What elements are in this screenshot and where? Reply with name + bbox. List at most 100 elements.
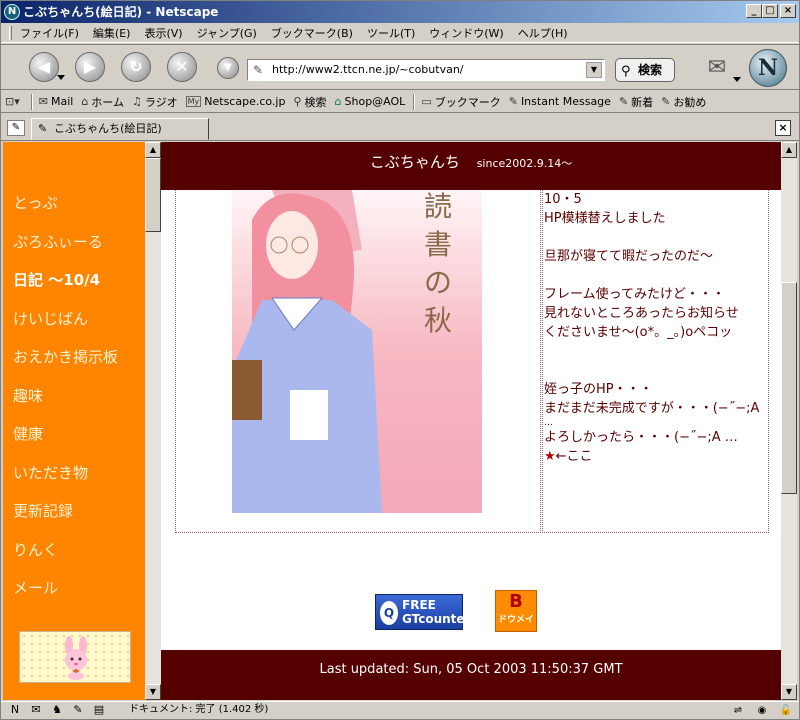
menu-edit[interactable]: 編集(E) — [93, 25, 131, 41]
art-caption-char: 書 — [424, 228, 452, 261]
menu-file[interactable]: ファイル(F) — [20, 25, 79, 41]
nav-link-diary[interactable]: 日記 〜10/4 — [13, 269, 100, 290]
bookmark-item[interactable]: ▭ ブックマーク — [421, 94, 500, 110]
gtcounter-line2: GTcounter — [402, 612, 471, 626]
url-dropdown-button[interactable]: ▼ — [586, 62, 602, 78]
bookmark-item[interactable]: ✎ お勧め — [661, 94, 706, 110]
bookmark-item[interactable]: My Netscape.co.jp — [185, 95, 285, 108]
reload-button[interactable]: ↻ — [121, 52, 151, 82]
bookmark-item[interactable]: ✎ 新着 — [619, 94, 653, 110]
mail-tool-icon[interactable]: ✉ — [701, 53, 733, 83]
maximize-button[interactable]: □ — [762, 4, 778, 18]
bookmark-item[interactable]: ✉ Mail — [39, 95, 74, 108]
nav-link-profile[interactable]: ぷろふぃーる — [13, 231, 103, 252]
bookmark-label: 新着 — [631, 95, 654, 109]
bookmark-item[interactable]: ⌂ ホーム — [81, 94, 124, 110]
status-text: ドキュメント: 完了 (1.402 秒) — [129, 704, 269, 715]
menu-go[interactable]: ジャンプ(G) — [197, 25, 257, 41]
menu-tools[interactable]: ツール(T) — [367, 25, 415, 41]
url-field[interactable]: ✎ http://www2.ttcn.ne.jp/~cobutvan/ ▼ — [247, 59, 605, 81]
last-updated: Last updated: Sun, 05 Oct 2003 11:50:37 … — [319, 662, 623, 677]
close-tab-button[interactable]: × — [775, 120, 791, 136]
badge-row: Q FREE GTcounter B ドウメイ — [161, 588, 781, 632]
nav-link-top[interactable]: とっぷ — [13, 192, 58, 213]
back-button[interactable]: ◀ — [29, 52, 59, 82]
nav-link-updates[interactable]: 更新記録 — [13, 500, 73, 521]
bookmark-label: Mail — [50, 95, 74, 108]
scroll-down-arrow[interactable]: ▼ — [145, 684, 161, 700]
mail-icon[interactable]: ✉ — [28, 703, 44, 717]
b-badge-text: ドウメイ — [497, 615, 534, 625]
scroll-down-arrow[interactable]: ▼ — [781, 684, 797, 700]
nav-link-health[interactable]: 健康 — [13, 423, 43, 444]
page-icon: ✎ — [253, 63, 264, 77]
search-button[interactable]: ⚲ 検索 — [615, 58, 675, 82]
scroll-up-arrow[interactable]: ▲ — [781, 142, 797, 158]
bookmark-label: ラジオ — [144, 95, 178, 109]
gtcounter-line1: FREE — [402, 598, 436, 612]
close-window-button[interactable]: × — [780, 4, 796, 18]
nav-link-oekaki[interactable]: おえかき掲示板 — [13, 346, 118, 367]
tab-current[interactable]: ✎ こぶちゃんち(絵日記) — [31, 118, 209, 140]
new-tab-button[interactable]: ✎ — [7, 120, 25, 136]
bookmark-item[interactable]: ⚲ 検索 — [293, 94, 326, 110]
nav-link-bbs[interactable]: けいじばん — [13, 308, 88, 329]
search-icon: ⚲ — [621, 64, 631, 79]
bunny-icon — [65, 636, 87, 680]
status-bar: N ✉ ♞ ✎ ▤ ドキュメント: 完了 (1.402 秒) ⇌ ◉ 🔓 — [1, 701, 799, 719]
menu-window[interactable]: ウィンドウ(W) — [429, 25, 503, 41]
my-netscape-icon: My — [185, 96, 202, 107]
online-status-icon[interactable]: ⇌ — [729, 703, 747, 717]
scroll-thumb[interactable] — [145, 158, 161, 232]
site-name: こぶちゃんち — [369, 153, 460, 171]
diary-line: 姪っ子のHP・・・ — [544, 382, 653, 397]
nav-link-links[interactable]: りんく — [13, 539, 58, 560]
scroll-thumb[interactable] — [781, 282, 797, 494]
radio-icon: ♫ — [131, 95, 142, 108]
art-caption-char: 秋 — [424, 304, 452, 337]
minimize-button[interactable]: _ — [746, 4, 762, 18]
lock-icon[interactable]: 🔓 — [777, 703, 795, 717]
menu-view[interactable]: 表示(V) — [144, 25, 182, 41]
left-frame: とっぷ ぷろふぃーる 日記 〜10/4 けいじばん おえかき掲示板 趣味 健康 … — [3, 142, 161, 700]
site-header: こぶちゃんち since2002.9.14〜 — [161, 142, 781, 190]
back-dropdown-arrow[interactable] — [57, 75, 65, 80]
address-book-icon[interactable]: ▤ — [91, 703, 107, 717]
left-frame-scrollbar[interactable]: ▲ ▼ — [145, 142, 161, 700]
history-dropdown-button[interactable]: ▼ — [217, 57, 239, 79]
bookmark-item[interactable]: ⌂ Shop@AOL — [335, 95, 406, 108]
tab-bar: ✎ ✎ こぶちゃんち(絵日記) × — [1, 115, 799, 141]
gtcounter-badge[interactable]: Q FREE GTcounter — [375, 594, 471, 630]
bookmarks-menu-button[interactable]: ⊡▾ — [5, 95, 23, 108]
menu-bookmarks[interactable]: ブックマーク(B) — [271, 25, 353, 41]
netscape-logo[interactable]: N — [749, 49, 787, 87]
composer-icon[interactable]: ✎ — [70, 703, 86, 717]
bunny-banner[interactable] — [19, 631, 131, 683]
nav-link-mail[interactable]: メール — [13, 577, 58, 598]
star-link[interactable]: ★←ここ — [544, 447, 768, 466]
shop-icon: ⌂ — [334, 95, 342, 108]
instant-messenger-icon[interactable]: ♞ — [49, 703, 65, 717]
navigator-icon[interactable]: N — [7, 703, 23, 717]
bookmark-label: 検索 — [304, 95, 327, 109]
forward-button[interactable]: ▶ — [75, 52, 105, 82]
bookmark-link-icon: ✎ — [618, 95, 629, 108]
stop-button[interactable]: ✕ — [167, 52, 197, 82]
bookmark-label: ブックマーク — [434, 95, 501, 109]
diary-gap — [544, 228, 768, 247]
diary-line: 見れないところあったらお知らせ — [544, 306, 739, 321]
diary-line: よろしかったら・・・(−˝−;A … — [544, 430, 738, 445]
page-content: とっぷ ぷろふぃーる 日記 〜10/4 けいじばん おえかき掲示板 趣味 健康 … — [3, 142, 797, 700]
bookmark-item[interactable]: ♫ ラジオ — [132, 94, 178, 110]
menu-help[interactable]: ヘルプ(H) — [518, 25, 568, 41]
mail-dropdown-arrow[interactable] — [733, 77, 741, 82]
right-frame-scrollbar[interactable]: ▲ ▼ — [781, 142, 797, 700]
b-doumei-badge[interactable]: B ドウメイ — [495, 590, 537, 632]
nav-link-gifts[interactable]: いただき物 — [13, 462, 88, 483]
scroll-up-arrow[interactable]: ▲ — [145, 142, 161, 158]
browser-window: N こぶちゃんち(絵日記) - Netscape _ □ × ファイル(F) 編… — [0, 0, 800, 720]
bookmark-item[interactable]: ✎ Instant Message — [509, 95, 611, 108]
security-icon[interactable]: ◉ — [753, 703, 771, 717]
nav-link-hobby[interactable]: 趣味 — [13, 385, 43, 406]
art-caption-char: 読 — [424, 190, 452, 223]
